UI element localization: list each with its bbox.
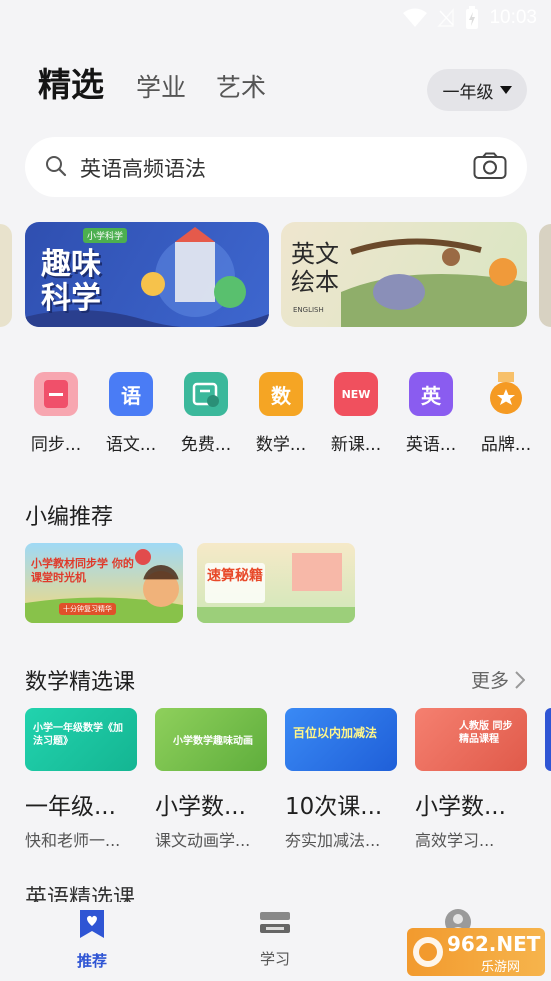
- quick-link-label: 免费...: [180, 435, 232, 455]
- chevron-right-icon: [515, 670, 525, 689]
- tab-academics[interactable]: 学业: [136, 68, 186, 104]
- course-title: 小学数...: [155, 794, 246, 820]
- camera-icon[interactable]: [473, 152, 507, 180]
- no-signal-icon: [437, 8, 455, 27]
- pick-headline: 速算秘籍: [207, 568, 263, 584]
- quick-link-new-course[interactable]: NEW 新课...: [324, 372, 388, 455]
- course-subtitle: 高效学习...: [415, 831, 495, 850]
- course-card[interactable]: 小学数学趣味动画 小学数... 课文动画学...: [155, 708, 267, 851]
- quick-link-english[interactable]: 英 英语...: [399, 372, 463, 455]
- quick-links: 同步... 语 语文... 免费... 数 数学... NEW 新课... 英 …: [0, 372, 551, 462]
- chinese-icon: 语: [109, 372, 153, 416]
- course-thumbnail: 小学一年级数学《加法习题》: [25, 708, 137, 771]
- nav-recommend[interactable]: 推荐: [52, 908, 132, 971]
- math-more-link[interactable]: 更多: [471, 666, 525, 693]
- course-thumbnail: 小学数学趣味动画: [155, 708, 267, 771]
- quick-link-label: 新课...: [330, 435, 382, 455]
- quick-link-label: 数学...: [255, 435, 307, 455]
- math-icon: 数: [259, 372, 303, 416]
- course-title: 一年级...: [25, 794, 116, 820]
- calendar-icon: [184, 372, 228, 416]
- search-bar[interactable]: 英语高频语法: [25, 137, 527, 197]
- grade-select-value: 一年级: [442, 82, 494, 103]
- battery-charging-icon: [466, 6, 479, 29]
- grade-select[interactable]: 一年级: [427, 69, 527, 111]
- banner-peek-right[interactable]: [539, 224, 551, 327]
- course-thumb-text: 小学数学趣味动画: [173, 736, 253, 747]
- section-title-english: 英语精选课: [25, 886, 136, 902]
- course-card[interactable]: 百位以内加减法 10次课... 夯实加减法...: [285, 708, 397, 851]
- banner-tag: ENGLISH: [293, 306, 324, 314]
- course-card[interactable]: 人教版 同步精品课程 小学数... 高效学习...: [415, 708, 527, 851]
- medal-icon: [484, 372, 528, 416]
- quick-link-sync[interactable]: 同步...: [24, 372, 88, 455]
- recommend-heart-icon: [80, 910, 104, 938]
- banner-english-picture-book[interactable]: 英文绘本 ENGLISH: [281, 222, 527, 327]
- editor-pick-card[interactable]: 速算秘籍: [197, 543, 355, 623]
- course-subtitle: 课文动画学...: [155, 831, 251, 850]
- banner-peek-left[interactable]: [0, 224, 12, 327]
- nav-label: 学习: [259, 950, 290, 968]
- sync-book-icon: [34, 372, 78, 416]
- course-thumbnail: 百位以内加减法: [285, 708, 397, 771]
- quick-link-free[interactable]: 免费...: [174, 372, 238, 455]
- course-card-peek[interactable]: [545, 708, 551, 771]
- math-glyph: 数: [271, 383, 291, 408]
- caret-down-icon: [499, 86, 512, 94]
- course-thumb-text: 小学一年级数学《加法习题》: [33, 723, 123, 747]
- quick-link-brand[interactable]: 品牌...: [474, 372, 538, 455]
- editor-pick-card[interactable]: 小学教材同步学 你的课堂时光机 十分钟复习精华: [25, 543, 183, 623]
- pick-headline: 小学教材同步学 你的课堂时光机: [31, 557, 134, 584]
- search-icon: [46, 156, 67, 177]
- top-tab-bar: 精选 学业 艺术 一年级: [38, 60, 527, 116]
- banner-title: 英文绘本: [291, 240, 339, 296]
- pick-sub: 十分钟复习精华: [59, 603, 116, 615]
- quick-link-chinese[interactable]: 语 语文...: [99, 372, 163, 455]
- quick-link-label: 品牌...: [480, 435, 532, 455]
- watermark-badge-icon: [413, 937, 443, 967]
- section-title-editor-picks: 小编推荐: [25, 505, 114, 530]
- tab-arts[interactable]: 艺术: [216, 68, 266, 104]
- course-title: 小学数...: [415, 794, 506, 820]
- course-card[interactable]: 小学一年级数学《加法习题》 一年级... 快和老师一...: [25, 708, 137, 851]
- watermark-text: 962.NET: [447, 932, 541, 956]
- nav-label: 推荐: [76, 952, 107, 970]
- new-badge: NEW: [341, 387, 371, 401]
- chinese-glyph: 语: [121, 383, 141, 408]
- nav-study[interactable]: 学习: [235, 908, 315, 969]
- course-thumbnail: 人教版 同步精品课程: [415, 708, 527, 771]
- banner-title: 趣味科学: [41, 247, 101, 316]
- quick-link-label: 语文...: [105, 435, 157, 455]
- banner-fun-science[interactable]: 小学科学 趣味科学: [25, 222, 269, 327]
- banner-tag: 小学科学: [83, 228, 128, 243]
- course-thumb-text: 人教版 同步精品课程: [459, 721, 513, 745]
- course-thumb-text: 百位以内加减法: [293, 726, 378, 740]
- wifi-icon: [403, 8, 428, 27]
- english-glyph: 英: [421, 383, 441, 408]
- status-time: 10:03: [489, 7, 537, 28]
- status-bar: 10:03: [0, 0, 551, 38]
- watermark-logo: 962.NET 乐游网: [407, 928, 545, 976]
- new-course-icon: NEW: [334, 372, 378, 416]
- course-subtitle: 夯实加减法...: [285, 831, 381, 850]
- course-title: 10次课...: [285, 794, 383, 820]
- books-stack-icon: [260, 912, 290, 933]
- english-icon: 英: [409, 372, 453, 416]
- course-subtitle: 快和老师一...: [25, 831, 121, 850]
- tab-featured[interactable]: 精选: [38, 58, 104, 106]
- section-title-math: 数学精选课: [25, 670, 136, 695]
- quick-link-math[interactable]: 数 数学...: [249, 372, 313, 455]
- quick-link-label: 英语...: [405, 435, 457, 455]
- more-label: 更多: [470, 670, 509, 692]
- watermark-sub: 乐游网: [481, 960, 521, 975]
- quick-link-label: 同步...: [30, 435, 82, 455]
- search-input[interactable]: 英语高频语法: [80, 153, 206, 183]
